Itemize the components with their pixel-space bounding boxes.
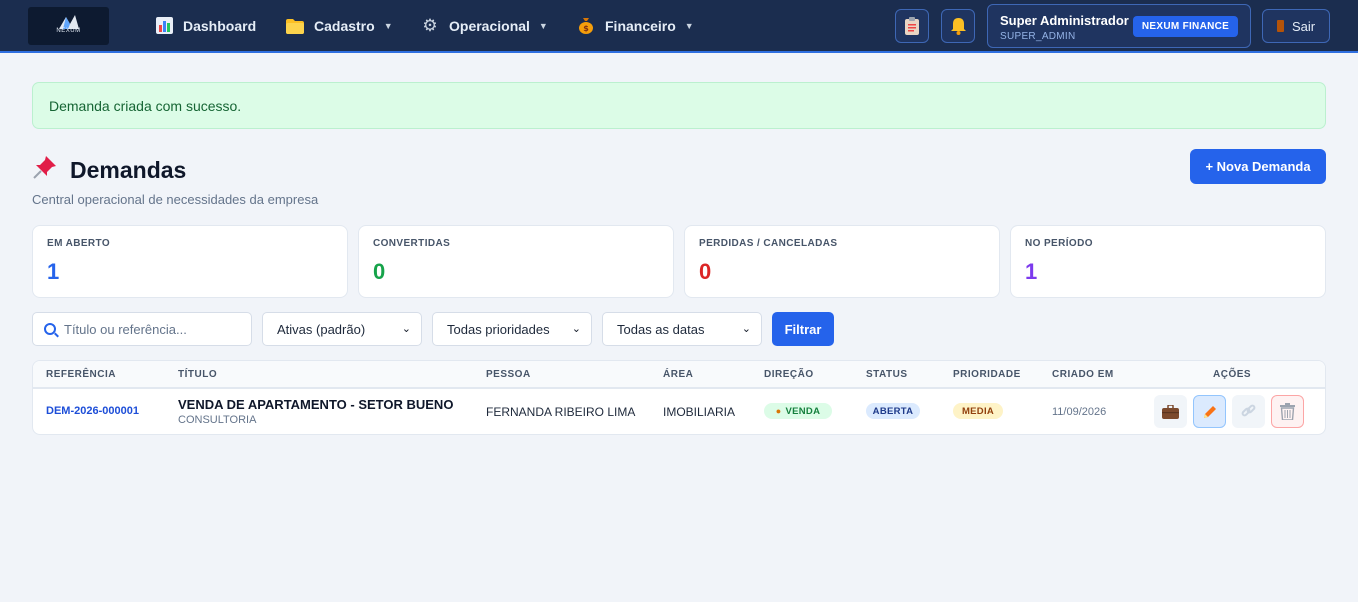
- nav-dashboard-label: Dashboard: [183, 17, 257, 34]
- logout-button[interactable]: Sair: [1262, 9, 1330, 43]
- filter-button[interactable]: Filtrar: [772, 312, 834, 346]
- col-direction: DIREÇÃO: [764, 369, 814, 380]
- nav-cadastro[interactable]: Cadastro ▼: [286, 0, 393, 51]
- search-icon: [44, 323, 56, 335]
- col-title: TÍTULO: [178, 369, 218, 380]
- app-logo[interactable]: NEXUM: [28, 7, 109, 45]
- status-select-value: Ativas (padrão): [277, 321, 366, 337]
- stat-label: NO PERÍODO: [1025, 238, 1093, 249]
- stat-value: 1: [1025, 259, 1038, 284]
- pushpin-icon: [32, 154, 58, 186]
- logout-label: Sair: [1291, 18, 1316, 34]
- direction-badge: ● VENDA: [764, 403, 832, 419]
- clipboard-icon: [905, 17, 919, 35]
- row-title: VENDA DE APARTAMENTO - SETOR BUENO: [178, 397, 454, 412]
- chevron-down-icon: ⌄: [571, 323, 581, 335]
- priority-select[interactable]: Todas prioridades ⌄: [432, 312, 592, 346]
- bar-chart-icon: [155, 17, 173, 35]
- briefcase-icon: [1162, 404, 1179, 419]
- priority-select-value: Todas prioridades: [447, 321, 550, 337]
- chevron-down-icon: ▼: [383, 20, 393, 31]
- alert-message: Demanda criada com sucesso.: [49, 97, 242, 114]
- chevron-down-icon: ▼: [538, 20, 548, 31]
- stat-label: PERDIDAS / CANCELADAS: [699, 238, 838, 249]
- col-created: CRIADO EM: [1052, 369, 1114, 380]
- col-priority: PRIORIDADE: [953, 369, 1021, 380]
- link-button[interactable]: [1232, 395, 1265, 428]
- row-subtitle: CONSULTORIA: [178, 414, 257, 426]
- delete-button[interactable]: [1271, 395, 1304, 428]
- link-icon: [1241, 404, 1256, 417]
- chevron-down-icon: ▼: [684, 20, 694, 31]
- gear-icon: ⚙: [422, 15, 438, 35]
- page-title-text: Demandas: [70, 156, 187, 183]
- col-reference: REFERÊNCIA: [46, 369, 117, 380]
- money-bag-icon: $: [577, 17, 595, 35]
- stat-card-period: NO PERÍODO 1: [1010, 225, 1326, 298]
- top-navbar: NEXUM Dashboard Cadastro ▼ ⚙ Operacional…: [0, 0, 1358, 53]
- date-select[interactable]: Todas as datas ⌄: [602, 312, 762, 346]
- priority-badge: MEDIA: [953, 403, 1003, 419]
- table-header: REFERÊNCIA TÍTULO PESSOA ÁREA DIREÇÃO ST…: [33, 361, 1325, 389]
- nav-financeiro-label: Financeiro: [605, 17, 676, 34]
- col-status: STATUS: [866, 369, 908, 380]
- col-actions: AÇÕES: [1213, 369, 1252, 380]
- nav-cadastro-label: Cadastro: [314, 17, 375, 34]
- user-menu[interactable]: Super Administrador SUPER_ADMIN NEXUM FI…: [987, 4, 1251, 48]
- status-badge: ABERTA: [866, 403, 920, 419]
- door-icon: [1276, 20, 1284, 32]
- page-subtitle: Central operacional de necessidades da e…: [32, 192, 319, 207]
- folder-icon: [286, 17, 304, 35]
- convert-button[interactable]: [1154, 395, 1187, 428]
- date-select-value: Todas as datas: [617, 321, 705, 337]
- money-bag-icon: ●: [775, 406, 782, 416]
- stat-label: EM ABERTO: [47, 238, 111, 249]
- bell-icon: [950, 18, 966, 35]
- nav-operacional-label: Operacional: [449, 17, 530, 34]
- logo-text: NEXUM: [56, 28, 81, 34]
- stat-value: 0: [373, 259, 386, 284]
- stat-value: 1: [47, 259, 60, 284]
- nav-financeiro[interactable]: $ Financeiro ▼: [577, 0, 694, 51]
- direction-label: VENDA: [785, 405, 821, 417]
- search-placeholder: Título ou referência...: [64, 321, 187, 337]
- row-reference-link[interactable]: DEM-2026-000001: [46, 405, 139, 417]
- row-created: 11/09/2026: [1052, 406, 1107, 418]
- clipboard-button[interactable]: [895, 9, 929, 43]
- trash-icon: [1280, 403, 1295, 420]
- stat-card-open: EM ABERTO 1: [32, 225, 348, 298]
- user-role: SUPER_ADMIN: [1000, 31, 1076, 42]
- edit-button[interactable]: [1193, 395, 1226, 428]
- status-select[interactable]: Ativas (padrão) ⌄: [262, 312, 422, 346]
- col-area: ÁREA: [663, 369, 694, 380]
- table-row: DEM-2026-000001 VENDA DE APARTAMENTO - S…: [33, 391, 1325, 434]
- chevron-down-icon: ⌄: [741, 323, 751, 335]
- row-person: FERNANDA RIBEIRO LIMA: [486, 405, 636, 419]
- new-demand-button[interactable]: + Nova Demanda: [1190, 149, 1326, 184]
- chevron-down-icon: ⌄: [401, 323, 411, 335]
- row-area: IMOBILIARIA: [663, 405, 736, 419]
- demands-table: REFERÊNCIA TÍTULO PESSOA ÁREA DIREÇÃO ST…: [32, 360, 1326, 435]
- company-badge: NEXUM FINANCE: [1133, 16, 1238, 37]
- notifications-button[interactable]: [941, 9, 975, 43]
- pencil-icon: [1203, 405, 1216, 418]
- nav-operacional[interactable]: ⚙ Operacional ▼: [421, 0, 548, 51]
- search-input[interactable]: Título ou referência...: [32, 312, 252, 346]
- col-person: PESSOA: [486, 369, 531, 380]
- stat-label: CONVERTIDAS: [373, 238, 451, 249]
- stat-card-lost: PERDIDAS / CANCELADAS 0: [684, 225, 1000, 298]
- success-alert: Demanda criada com sucesso.: [32, 82, 1326, 129]
- user-name: Super Administrador: [1000, 13, 1129, 28]
- nav-dashboard[interactable]: Dashboard: [155, 0, 256, 51]
- stat-card-converted: CONVERTIDAS 0: [358, 225, 674, 298]
- stat-value: 0: [699, 259, 712, 284]
- svg-text:$: $: [583, 24, 589, 33]
- page-title: Demandas: [32, 154, 186, 186]
